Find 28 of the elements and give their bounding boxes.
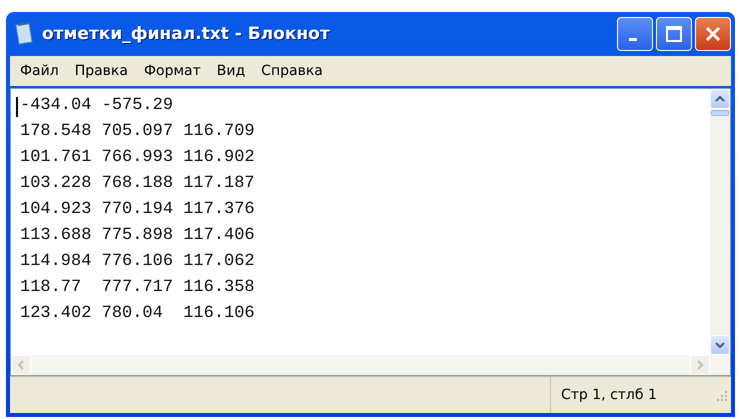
minimize-button[interactable] — [617, 17, 653, 51]
text-line: 118.77 777.717 116.358 — [20, 277, 255, 299]
close-icon — [704, 25, 722, 43]
maximize-icon — [665, 25, 683, 43]
vertical-scrollbar[interactable] — [710, 89, 730, 355]
text-line: 178.548 705.097 116.709 — [20, 121, 255, 143]
maximize-button[interactable] — [656, 17, 692, 51]
text-line: 104.923 770.194 117.376 — [20, 199, 255, 221]
text-cursor — [16, 97, 18, 117]
close-button[interactable] — [695, 17, 731, 51]
text-line: 113.688 775.898 117.406 — [20, 225, 255, 247]
text-line: 114.984 776.106 117.062 — [20, 251, 255, 273]
menu-item[interactable]: Справка — [255, 60, 329, 82]
menu-item[interactable]: Файл — [14, 60, 65, 82]
menu-item[interactable]: Формат — [138, 60, 207, 82]
notepad-icon — [14, 22, 34, 46]
text-line: 101.761 766.993 116.902 — [20, 147, 255, 169]
minimize-icon — [629, 38, 637, 40]
cursor-position: Стр 1, стлб 1 — [550, 377, 711, 413]
scroll-up-button[interactable] — [710, 89, 730, 109]
scrollbar-thumb[interactable] — [711, 110, 729, 116]
text-line: 103.228 768.188 117.187 — [20, 173, 255, 195]
menu-item[interactable]: Вид — [210, 60, 252, 82]
text-line: 123.402 780.04 116.106 — [20, 303, 255, 325]
window-title: отметки_финал.txt - Блокнот — [42, 24, 331, 44]
menu-item[interactable]: Правка — [68, 60, 134, 82]
text-line: -434.04 -575.29 — [20, 95, 174, 117]
scroll-down-button[interactable] — [710, 335, 730, 355]
